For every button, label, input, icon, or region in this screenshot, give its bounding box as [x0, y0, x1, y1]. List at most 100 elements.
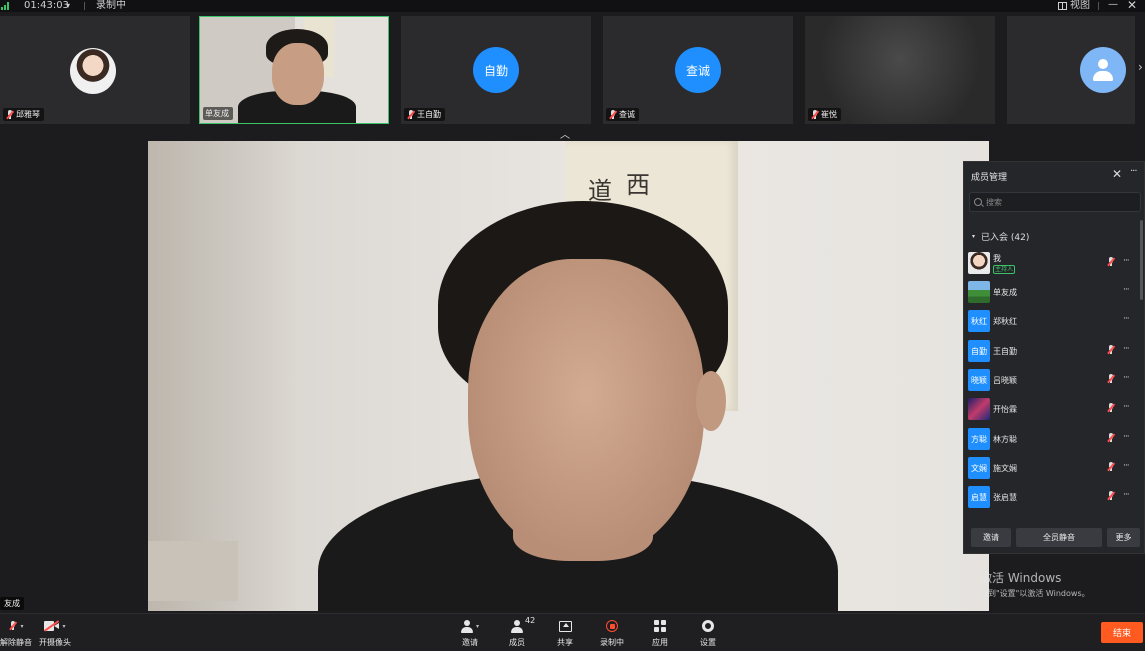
unmute-button[interactable]: ▾ 解除静音: [0, 618, 32, 648]
mute-all-button[interactable]: 全员静音: [1016, 528, 1102, 547]
member-row[interactable]: 秋红 郑秋红 ···: [968, 308, 1140, 334]
avatar: 查诚: [675, 47, 721, 93]
more-button[interactable]: 更多: [1107, 528, 1140, 547]
video-person-ear: [696, 371, 726, 431]
member-row[interactable]: 开怡霖 ···: [968, 396, 1140, 422]
recording-status[interactable]: 录制中: [96, 0, 126, 12]
member-search[interactable]: [969, 192, 1141, 212]
members-icon: [511, 619, 523, 633]
invite-button[interactable]: 邀请: [971, 528, 1011, 547]
participant-name-tag: 单友成: [203, 107, 233, 120]
member-row[interactable]: 方聪 林方聪 ···: [968, 426, 1140, 452]
active-speaker-name: 友成: [0, 597, 24, 610]
avatar: [968, 252, 990, 274]
member-row[interactable]: 自勤 王自勤 ···: [968, 338, 1140, 364]
more-options-icon[interactable]: ···: [1123, 402, 1130, 412]
mic-muted-icon[interactable]: [1106, 374, 1115, 384]
participant-tile-active[interactable]: 单友成: [199, 16, 389, 124]
signal-icon: [1, 2, 9, 10]
settings-label: 设置: [700, 638, 716, 647]
more-options-icon[interactable]: ···: [1123, 344, 1130, 354]
mic-muted-icon: [5, 109, 14, 120]
more-options-icon[interactable]: ···: [1123, 285, 1130, 295]
members-button[interactable]: 42 成员: [509, 616, 535, 648]
more-options-icon[interactable]: ···: [1123, 373, 1130, 383]
mic-muted-icon: [406, 109, 415, 120]
title-bar: 01:43:03 ▾ 录制中 视图 — ✕: [0, 0, 1145, 12]
invite-button[interactable]: ▾ 邀请: [461, 618, 479, 648]
more-options-icon[interactable]: ···: [1123, 461, 1130, 471]
view-button[interactable]: 视图: [1058, 0, 1090, 12]
participant-name: 邱雅琴: [16, 110, 40, 119]
avatar: 文娴: [968, 457, 990, 479]
start-camera-button[interactable]: ▾ 开摄像头: [39, 618, 71, 648]
settings-button[interactable]: 设置: [700, 618, 716, 648]
host-badge: 主持人: [993, 264, 1016, 274]
mic-muted-icon: [608, 109, 617, 120]
end-meeting-button[interactable]: 结束: [1101, 622, 1143, 643]
participant-tile[interactable]: [1007, 16, 1135, 124]
chevron-down-icon[interactable]: ▾: [20, 623, 23, 630]
person-icon: [1093, 59, 1113, 81]
member-row[interactable]: 晓颖 吕晓颖 ···: [968, 367, 1140, 393]
avatar: 方聪: [968, 428, 990, 450]
share-button[interactable]: 共享: [557, 618, 573, 648]
mic-muted-icon[interactable]: [1106, 491, 1115, 501]
close-icon[interactable]: ✕: [1112, 167, 1122, 181]
avatar: [968, 281, 990, 303]
member-row[interactable]: 我主持人 ···: [968, 250, 1140, 276]
meeting-duration: 01:43:03: [24, 0, 69, 11]
video-person-face: [272, 43, 324, 105]
mic-muted-icon[interactable]: [1106, 433, 1115, 443]
more-options-icon[interactable]: ···: [1130, 166, 1137, 177]
recording-button[interactable]: 录制中: [600, 618, 624, 648]
avatar: 晓颖: [968, 369, 990, 391]
avatar: [968, 398, 990, 420]
participant-tile[interactable]: 自勤 王自勤: [401, 16, 591, 124]
more-options-icon[interactable]: ···: [1123, 314, 1130, 324]
close-window-button[interactable]: ✕: [1127, 0, 1137, 11]
record-icon: [606, 620, 618, 632]
add-person-icon: [461, 619, 473, 633]
apps-button[interactable]: 应用: [652, 618, 668, 648]
more-options-icon[interactable]: ···: [1123, 432, 1130, 442]
member-row[interactable]: 单友成 ···: [968, 279, 1140, 305]
watermark-subtitle: 转到"设置"以激活 Windows。: [980, 589, 1090, 598]
joined-section-header[interactable]: ▾ 已入会 (42): [972, 230, 1029, 243]
participant-tile[interactable]: 崔悦: [805, 16, 995, 124]
mic-muted-icon[interactable]: [1106, 257, 1115, 267]
panel-scrollbar[interactable]: [1140, 220, 1143, 300]
member-name: 吕晓颖: [993, 375, 1017, 385]
participant-strip: 邱雅琴 单友成 自勤 王自勤 查诚 查诚 崔悦 ›: [0, 12, 1145, 126]
minimize-button[interactable]: —: [1108, 0, 1118, 10]
divider: [1098, 2, 1099, 10]
collapse-strip-icon[interactable]: ︿: [560, 126, 570, 141]
members-label: 成员: [509, 638, 525, 647]
mic-muted-icon[interactable]: [1106, 403, 1115, 413]
member-name: 郑秋红: [993, 316, 1017, 326]
calligraphy-char: 西: [626, 171, 650, 199]
duration-dropdown-icon[interactable]: ▾: [66, 0, 70, 12]
mic-muted-icon[interactable]: [1106, 462, 1115, 472]
video-person-face: [468, 259, 704, 559]
participant-tile[interactable]: 邱雅琴: [0, 16, 190, 124]
chevron-right-icon[interactable]: ›: [1138, 60, 1143, 74]
member-name: 王自勤: [993, 346, 1017, 356]
search-input[interactable]: [986, 197, 1136, 207]
participant-tile[interactable]: 查诚 查诚: [603, 16, 793, 124]
member-row[interactable]: 启慧 张启慧 ···: [968, 484, 1140, 510]
joined-count: 已入会 (42): [981, 233, 1030, 243]
more-options-icon[interactable]: ···: [1123, 256, 1130, 266]
mic-muted-icon[interactable]: [1106, 345, 1115, 355]
avatar: 秋红: [968, 310, 990, 332]
chevron-down-icon[interactable]: ▾: [476, 623, 479, 630]
member-name: 施文娴: [993, 463, 1017, 473]
apps-icon: [654, 620, 666, 632]
member-row[interactable]: 文娴 施文娴 ···: [968, 455, 1140, 481]
panel-footer: 邀请 全员静音 更多: [964, 528, 1144, 548]
camera-label: 开摄像头: [39, 638, 71, 647]
chevron-down-icon[interactable]: ▾: [62, 623, 65, 630]
watermark-title: 激活 Windows: [980, 571, 1062, 585]
avatar: 启慧: [968, 486, 990, 508]
more-options-icon[interactable]: ···: [1123, 490, 1130, 500]
